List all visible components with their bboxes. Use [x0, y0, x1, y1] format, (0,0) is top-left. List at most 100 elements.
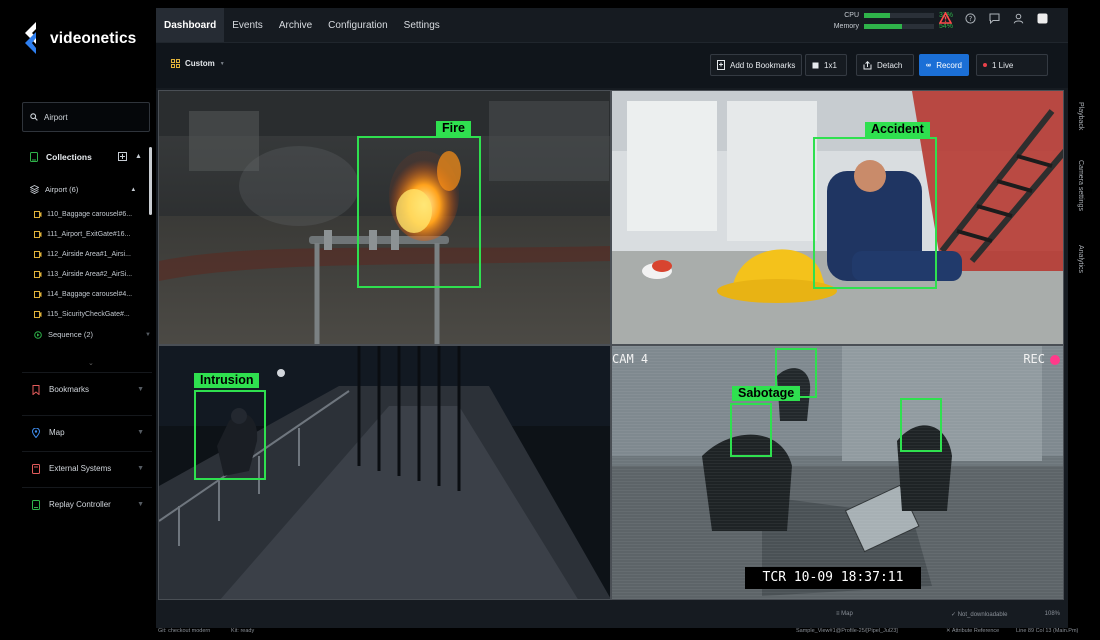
top-icon-bar: ?	[939, 12, 1048, 24]
detection-box-intrusion	[194, 390, 266, 480]
tab-configuration[interactable]: Configuration	[320, 8, 395, 42]
group-airport[interactable]: Airport (6) ▲	[30, 185, 136, 194]
live-indicator-button[interactable]: 1 Live	[976, 54, 1048, 76]
camera-item[interactable]: 112_Airside Area#1_Airsi...	[34, 251, 131, 258]
chevron-down-icon: ▼	[145, 331, 151, 338]
footer-mid3: ✕ Attribute Reference	[946, 628, 1000, 634]
detection-tag-intrusion: Intrusion	[194, 373, 260, 388]
layers-icon	[30, 185, 39, 194]
footer-mid2: Sample_View#1@Profile-25/[Pipel_Jul23]	[796, 628, 898, 634]
window-icon[interactable]	[1037, 13, 1048, 24]
chevron-up-icon: ▲	[130, 186, 137, 193]
bookmark-add-icon	[717, 60, 725, 70]
cpu-meter: CPU 37%	[829, 10, 953, 21]
camera-search-box[interactable]	[22, 102, 150, 132]
camera-item[interactable]: 114_Baggage carousel#4...	[34, 291, 132, 298]
messages-icon[interactable]	[989, 13, 1000, 24]
chevron-down-icon[interactable]: ⌄	[88, 359, 94, 367]
section-label: Bookmarks	[49, 385, 90, 394]
record-icon	[926, 63, 932, 67]
system-monitor: CPU 37% Memory 54%	[829, 10, 953, 32]
tab-dashboard[interactable]: Dashboard	[156, 8, 225, 42]
detection-box-accident	[813, 137, 937, 289]
collections-header[interactable]: Collections	[30, 152, 92, 162]
camera-item[interactable]: 115_SicurityCheckGate#...	[34, 311, 130, 318]
footer-strip: Git: checkout modern Kit: ready Sample_V…	[156, 626, 1100, 640]
camera-item[interactable]: 111_Airport_ExitGate#16...	[34, 231, 130, 238]
rec-label: REC	[1023, 352, 1045, 366]
detection-box-sabotage-3	[900, 398, 942, 452]
chevron-down-icon: ▼	[137, 465, 144, 472]
sidebar-section-external-systems[interactable]: External Systems ▼	[22, 451, 152, 485]
camera-label: 110_Baggage carousel#6...	[47, 211, 133, 218]
main-workspace: Dashboard Events Archive Configuration S…	[156, 8, 1068, 628]
tab-archive[interactable]: Archive	[271, 8, 320, 42]
live-dot-icon	[983, 63, 987, 67]
camera-label: 111_Airport_ExitGate#16...	[47, 231, 131, 238]
chevron-down-icon: ▼	[137, 429, 144, 436]
collapse-collections-button[interactable]: ▲	[135, 153, 142, 160]
cpu-bar	[864, 13, 934, 18]
video-tile-intrusion[interactable]: Intrusion	[158, 345, 611, 600]
svg-text:?: ?	[969, 15, 973, 23]
add-collection-button[interactable]	[118, 152, 127, 161]
recording-dot-icon	[1050, 355, 1060, 365]
detection-tag-accident: Accident	[865, 122, 930, 137]
memory-fill	[864, 24, 902, 29]
camera-icon	[34, 291, 42, 298]
chevron-down-icon: ▼	[137, 386, 144, 393]
brand-logo[interactable]: videonetics	[22, 20, 136, 58]
add-icon	[118, 152, 127, 161]
camera-label: 113_Airside Area#2_AirSi...	[47, 271, 133, 278]
bookmark-icon	[30, 384, 42, 395]
side-tab-analytics[interactable]: Analytics	[1077, 245, 1084, 273]
collections-icon	[30, 152, 38, 162]
chevron-up-icon: ▲	[135, 153, 142, 160]
tree-scrollbar[interactable]	[149, 147, 152, 215]
group-label: Airport (6)	[45, 185, 79, 194]
add-to-bookmarks-label: Add to Bookmarks	[730, 60, 796, 70]
sidebar-section-replay-controller[interactable]: Replay Controller ▼	[22, 487, 152, 521]
sidebar-section-map[interactable]: Map ▼	[22, 415, 152, 449]
layout-grid-icon	[171, 59, 180, 68]
camera-label: 112_Airside Area#1_Airsi...	[47, 251, 131, 258]
camera-item[interactable]: 113_Airside Area#2_AirSi...	[34, 271, 132, 278]
add-to-bookmarks-button[interactable]: Add to Bookmarks	[710, 54, 803, 76]
top-navigation: Dashboard Events Archive Configuration S…	[156, 8, 448, 42]
memory-bar	[864, 24, 934, 29]
video-grid: Fire Accident Intrusion Sabotage CAM 4 R…	[158, 90, 1064, 600]
video-tile-sabotage[interactable]: Sabotage CAM 4 REC TCR 10-09 18:37:11	[611, 345, 1064, 600]
alert-icon[interactable]	[939, 12, 952, 24]
footer-mid1: Kit: ready	[231, 628, 255, 634]
layout-1x1-label: 1x1	[824, 60, 837, 70]
detach-button[interactable]: Detach	[856, 54, 914, 76]
camera-icon	[34, 311, 42, 318]
layout-1x1-button[interactable]: 1x1	[805, 54, 847, 76]
tab-settings[interactable]: Settings	[396, 8, 448, 42]
side-tab-camera-settings[interactable]: Camera settings	[1077, 160, 1084, 211]
help-icon[interactable]: ?	[965, 12, 976, 24]
search-input[interactable]	[44, 112, 134, 122]
camera-item[interactable]: 110_Baggage carousel#6...	[34, 211, 132, 218]
sidebar-section-bookmarks[interactable]: Bookmarks ▼	[22, 372, 152, 406]
timecode-overlay: TCR 10-09 18:37:11	[745, 567, 921, 589]
sabotage-scene-image	[612, 346, 1063, 599]
camera-label: 114_Baggage carousel#4...	[47, 291, 133, 298]
camera-label: 115_SicurityCheckGate#...	[47, 311, 130, 318]
record-button[interactable]: Record	[919, 54, 969, 76]
view-toolbar: Custom ▼ Add to Bookmarks 1x1 Detach Rec…	[156, 42, 1068, 88]
video-tile-accident[interactable]: Accident	[611, 90, 1064, 345]
layout-selector[interactable]: Custom ▼	[171, 59, 225, 68]
layout-label: Custom	[185, 59, 215, 68]
video-tile-fire[interactable]: Fire	[158, 90, 611, 345]
side-tab-playback[interactable]: Playback	[1077, 102, 1084, 130]
tab-events[interactable]: Events	[224, 8, 271, 42]
section-label: Map	[49, 428, 65, 437]
user-icon[interactable]	[1013, 13, 1024, 24]
footer-left: Git: checkout modern	[158, 628, 211, 634]
camera-icon	[34, 251, 42, 258]
replay-controller-icon	[30, 499, 42, 510]
sequence-item[interactable]: Sequence (2) ▼	[34, 330, 151, 339]
collections-tree: Collections ▲ Airport (6) ▲ 110_Baggage …	[22, 145, 152, 367]
detection-tag-sabotage: Sabotage	[732, 386, 801, 401]
